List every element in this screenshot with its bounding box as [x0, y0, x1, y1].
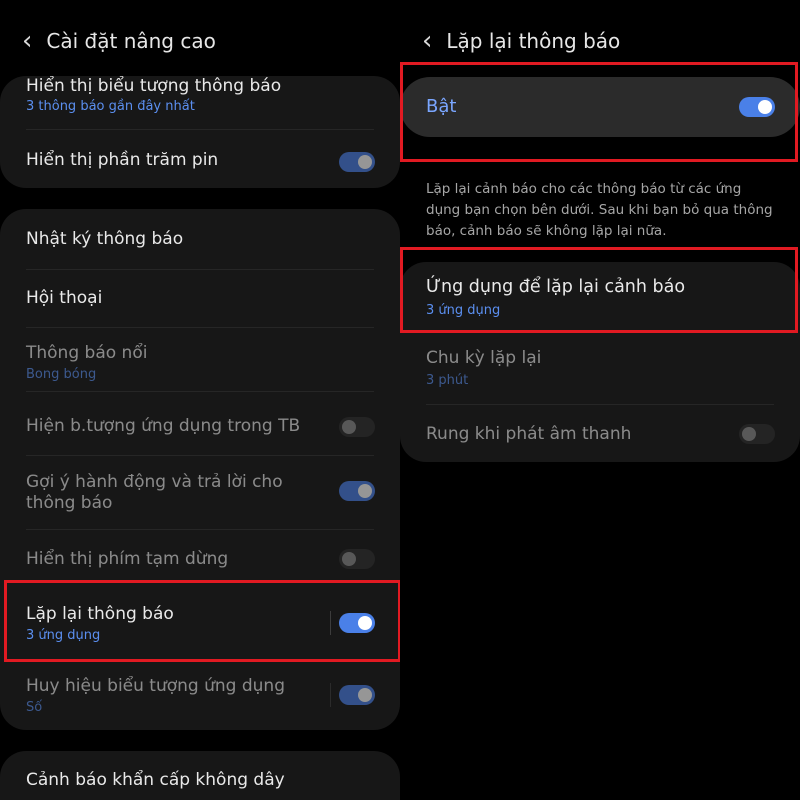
battery-percent-toggle[interactable] [339, 152, 375, 172]
list-item-show-notification-icons[interactable]: Hiển thị biểu tượng thông báo 3 thông bá… [0, 76, 400, 130]
repeat-notifications-screen: ‹ Lặp lại thông báo Bật Lặp lại cảnh báo… [400, 0, 800, 800]
page-title: Cài đặt nâng cao [46, 29, 216, 53]
list-item-snooze-button[interactable]: Hiển thị phím tạm dừng [0, 529, 400, 587]
list-item-wireless-emergency-alerts[interactable]: Cảnh báo khẩn cấp không dây [0, 751, 400, 800]
settings-group-1: Hiển thị biểu tượng thông báo 3 thông bá… [0, 76, 400, 188]
master-switch-card[interactable]: Bật [400, 77, 800, 137]
back-arrow-icon[interactable]: ‹ [422, 28, 432, 54]
header: ‹ Cài đặt nâng cao [22, 28, 216, 54]
repeat-notifications-toggle[interactable] [339, 613, 375, 633]
master-switch-label: Bật [426, 96, 457, 117]
vibrate-while-sound-toggle[interactable] [739, 424, 775, 444]
suggested-actions-toggle[interactable] [339, 481, 375, 501]
list-item-repeat-notifications[interactable]: Lặp lại thông báo 3 ứng dụng [0, 587, 400, 659]
app-icon-in-notification-toggle[interactable] [339, 417, 375, 437]
app-icon-badges-toggle[interactable] [339, 685, 375, 705]
list-item-apps-to-repeat[interactable]: Ứng dụng để lặp lại cảnh báo 3 ứng dụng [400, 262, 800, 328]
master-switch-toggle[interactable] [739, 97, 775, 117]
list-item-app-icon-in-notification[interactable]: Hiện b.tượng ứng dụng trong TB [0, 391, 400, 455]
description-text: Lặp lại cảnh báo cho các thông báo từ cá… [426, 181, 773, 239]
page-title: Lặp lại thông báo [446, 29, 621, 53]
header: ‹ Lặp lại thông báo [422, 28, 620, 54]
list-item-conversations[interactable]: Hội thoại [0, 269, 400, 327]
list-item-battery-percent[interactable]: Hiển thị phần trăm pin [0, 130, 400, 188]
list-item-app-icon-badges[interactable]: Huy hiệu biểu tượng ứng dụng Số [0, 659, 400, 730]
vertical-separator [330, 611, 331, 635]
settings-group-3: Cảnh báo khẩn cấp không dây [0, 751, 400, 800]
settings-group-2: Nhật ký thông báo Hội thoại Thông báo nổ… [0, 209, 400, 730]
list-item-floating-notifications[interactable]: Thông báo nổi Bong bóng [0, 327, 400, 391]
snooze-button-toggle[interactable] [339, 549, 375, 569]
vertical-separator [330, 683, 331, 707]
list-item-repeat-interval[interactable]: Chu kỳ lặp lại 3 phút [400, 338, 800, 400]
settings-group: Ứng dụng để lặp lại cảnh báo 3 ứng dụng … [400, 262, 800, 462]
advanced-settings-screen: ‹ Cài đặt nâng cao Hiển thị biểu tượng t… [0, 0, 400, 800]
back-arrow-icon[interactable]: ‹ [22, 28, 32, 54]
list-item-notification-log[interactable]: Nhật ký thông báo [0, 209, 400, 269]
list-item-vibrate-while-sound[interactable]: Rung khi phát âm thanh [400, 404, 800, 462]
list-item-suggested-actions[interactable]: Gợi ý hành động và trả lời cho thông báo [0, 455, 400, 529]
